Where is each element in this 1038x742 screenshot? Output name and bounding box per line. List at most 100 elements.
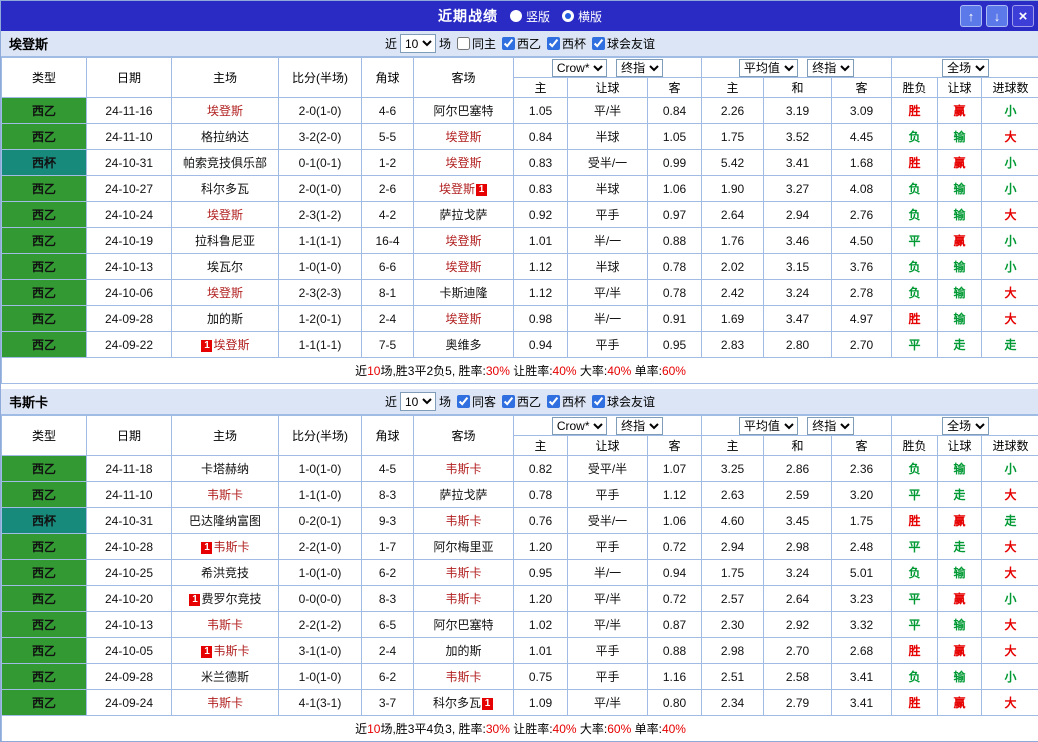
handicap-result: 输 [938,202,982,228]
match-score: 1-2(0-1) [279,306,362,332]
match-date: 24-10-31 [87,150,172,176]
summary-segment: 单率: [631,722,662,736]
asia-handicap: 半球 [568,124,648,150]
corners: 9-3 [362,508,414,534]
filter-checkbox-copa[interactable]: 西杯 [544,35,586,52]
euro-away-odds: 3.20 [832,482,892,508]
segunda-checkbox[interactable] [502,395,515,408]
asia-away-odds: 1.07 [648,456,702,482]
euro-draw-odds: 2.98 [764,534,832,560]
average-select[interactable]: 平均值 [739,417,798,435]
asia-home-odds: 0.83 [514,150,568,176]
corners: 6-6 [362,254,414,280]
filter-checkbox-friendly[interactable]: 球会友谊 [589,35,655,52]
filter-checkbox-same-venue[interactable]: 同主 [454,35,496,52]
home-team: 卡塔赫纳 [172,456,279,482]
euro-home-odds: 2.26 [702,98,764,124]
odds-company-select[interactable]: Crow* [552,59,607,77]
filter-checkbox-same-venue[interactable]: 同客 [454,393,496,410]
layout-option-vertical[interactable]: 竖版 [510,8,550,25]
team-name: 埃登斯 [207,286,243,300]
away-team: 阿尔梅里亚 [414,534,514,560]
filter-checkbox-segunda[interactable]: 西乙 [499,393,541,410]
segunda-checkbox[interactable] [502,37,515,50]
odds-stage-select[interactable]: 终指 [616,59,663,77]
match-result: 负 [892,176,938,202]
match-score: 2-0(1-0) [279,98,362,124]
filter-controls: 近 10 场 同主 西乙 西杯 球会友谊 [385,34,655,53]
summary-segment: 60% [607,722,631,736]
odds-stage-select[interactable]: 终指 [616,417,663,435]
filter-checkbox-copa[interactable]: 西杯 [544,393,586,410]
close-button[interactable]: × [1012,5,1034,27]
asia-handicap: 半/一 [568,228,648,254]
same-venue-checkbox[interactable] [457,395,470,408]
corners: 1-7 [362,534,414,560]
team-name: 韦斯卡 [207,618,243,632]
match-result: 胜 [892,638,938,664]
euro-away-odds: 2.70 [832,332,892,358]
match-row: 西乙24-10-27科尔多瓦2-0(1-0)2-6埃登斯10.83半球1.061… [2,176,1038,202]
results-body: 西乙24-11-16埃登斯2-0(1-0)4-6阿尔巴塞特1.05平/半0.84… [2,98,1038,358]
recent-count-select[interactable]: 10 [400,34,436,53]
euro-away-odds: 2.36 [832,456,892,482]
euro-away-odds: 4.45 [832,124,892,150]
average-select[interactable]: 平均值 [739,59,798,77]
same-venue-checkbox[interactable] [457,37,470,50]
handicap-result: 赢 [938,508,982,534]
team-name: 韦斯卡 [445,514,481,528]
team-name: 科尔多瓦 [433,696,481,710]
filter-checkbox-friendly[interactable]: 球会友谊 [589,393,655,410]
corners: 4-2 [362,202,414,228]
team-name: 阿尔巴塞特 [433,618,493,632]
goals-result: 大 [982,690,1038,716]
layout-option-horizontal[interactable]: 横版 [562,8,602,25]
away-team: 加的斯 [414,638,514,664]
copa-checkbox[interactable] [547,395,560,408]
away-team: 萨拉戈萨 [414,482,514,508]
match-result: 平 [892,612,938,638]
euro-draw-odds: 3.15 [764,254,832,280]
asia-handicap: 受半/一 [568,508,648,534]
league-badge: 西乙 [2,124,87,150]
euro-draw-odds: 2.64 [764,586,832,612]
average-stage-select[interactable]: 终指 [807,417,854,435]
euro-home-odds: 2.34 [702,690,764,716]
col-header-away: 客场 [414,416,514,456]
match-score: 2-0(1-0) [279,176,362,202]
scope-select[interactable]: 全场 [942,417,989,435]
team-name: 巴达隆纳富图 [189,514,261,528]
asia-away-odds: 0.97 [648,202,702,228]
filter-checkbox-segunda[interactable]: 西乙 [499,35,541,52]
euro-away-odds: 3.41 [832,664,892,690]
scope-header: 全场 [892,58,1038,78]
radio-icon[interactable] [562,10,574,22]
recent-count-select[interactable]: 10 [400,392,436,411]
goals-result: 大 [982,482,1038,508]
section-filter-bar: 埃登斯 近 10 场 同主 西乙 西杯 球会 [1,31,1038,57]
copa-checkbox[interactable] [547,37,560,50]
match-date: 24-10-20 [87,586,172,612]
team-name: 阿尔巴塞特 [433,104,493,118]
goals-result: 小 [982,664,1038,690]
corners: 3-7 [362,690,414,716]
home-team: 1费罗尔竞技 [172,586,279,612]
match-score: 1-1(1-1) [279,228,362,254]
match-date: 24-10-28 [87,534,172,560]
scope-select[interactable]: 全场 [942,59,989,77]
radio-icon[interactable] [510,10,522,22]
friendly-checkbox[interactable] [592,37,605,50]
match-result: 胜 [892,306,938,332]
scroll-up-button[interactable]: ↑ [960,5,982,27]
euro-away-odds: 2.48 [832,534,892,560]
odds-company-select[interactable]: Crow* [552,417,607,435]
scroll-down-button[interactable]: ↓ [986,5,1008,27]
asia-handicap: 平手 [568,534,648,560]
euro-draw-odds: 3.52 [764,124,832,150]
match-date: 24-11-10 [87,482,172,508]
col-header-euro-away: 客 [832,78,892,98]
friendly-checkbox[interactable] [592,395,605,408]
asia-handicap: 平手 [568,332,648,358]
average-stage-select[interactable]: 终指 [807,59,854,77]
col-header-asia-home: 主 [514,78,568,98]
